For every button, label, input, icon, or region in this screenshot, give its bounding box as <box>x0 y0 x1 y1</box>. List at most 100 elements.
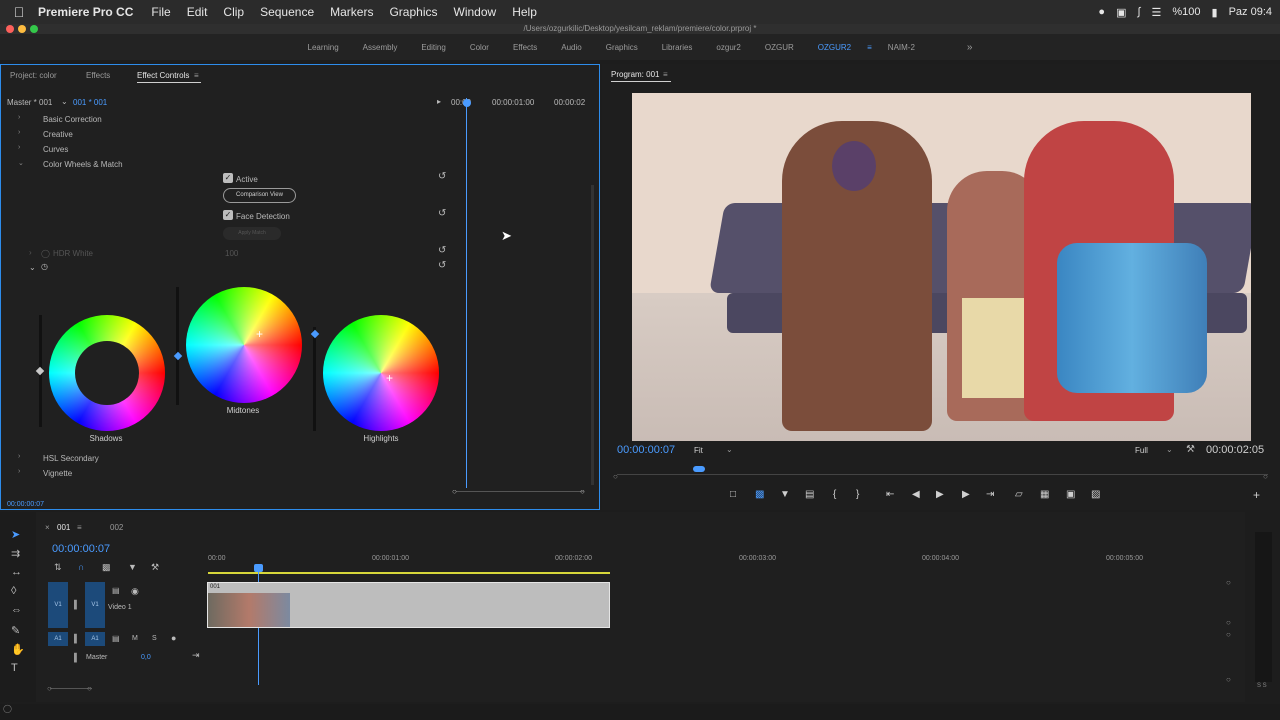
zoom-handle-right[interactable]: ○ <box>87 684 92 693</box>
ec-timecode[interactable]: 00:00:00:07 <box>7 501 44 508</box>
midtones-crosshair[interactable]: + <box>256 327 263 341</box>
program-playhead[interactable] <box>693 466 705 472</box>
wrench-icon[interactable]: ⚒ <box>1186 444 1195 455</box>
highlights-color-wheel[interactable]: + <box>323 315 439 431</box>
tab-sequence-002[interactable]: 002 <box>110 523 123 532</box>
play-only-icon[interactable]: ▸ <box>437 97 441 106</box>
hand-tool-icon[interactable]: ✋ <box>11 643 25 656</box>
add-button-icon[interactable]: + <box>1253 488 1260 502</box>
chevron-right-icon[interactable]: › <box>18 144 20 151</box>
section-curves[interactable]: Curves <box>43 145 68 154</box>
record-icon[interactable]: ● <box>1098 6 1105 18</box>
menu-help[interactable]: Help <box>504 5 545 19</box>
timeline-playhead-handle[interactable] <box>254 564 263 572</box>
menu-window[interactable]: Window <box>446 5 505 19</box>
lift-clip-icon[interactable]: ▱ <box>1015 489 1023 500</box>
video-clip[interactable]: 001 <box>207 582 610 628</box>
scroll-handle[interactable]: ○ <box>1226 618 1231 627</box>
chevron-down-icon[interactable]: ⌄ <box>1166 445 1173 454</box>
reset-icon[interactable]: ↺ <box>438 208 446 219</box>
add-marker-icon[interactable]: ▼ <box>128 562 137 572</box>
program-timecode[interactable]: 00:00:00:07 <box>617 444 675 456</box>
close-sequence-icon[interactable]: × <box>45 523 50 532</box>
apple-icon[interactable]:  <box>0 4 38 20</box>
chevron-down-icon[interactable]: ⌄ <box>29 263 36 272</box>
camera-icon[interactable]: ▣ <box>1066 489 1075 500</box>
drive-icon[interactable]: ▣ <box>1116 6 1126 19</box>
comparison-view-button[interactable]: Comparison View <box>223 188 296 203</box>
hdr-white-value[interactable]: 100 <box>225 249 238 258</box>
workspace-graphics[interactable]: Graphics <box>594 43 650 52</box>
program-scrubber[interactable] <box>617 474 1268 475</box>
workspace-color[interactable]: Color <box>458 43 501 52</box>
scroll-handle[interactable]: ○ <box>1226 675 1231 684</box>
a1-track-target[interactable]: A1 <box>85 632 105 646</box>
menu-edit[interactable]: Edit <box>179 5 216 19</box>
menu-markers[interactable]: Markers <box>322 5 381 19</box>
workspace-assembly[interactable]: Assembly <box>351 43 410 52</box>
ec-playhead[interactable] <box>466 98 467 488</box>
extract-icon[interactable]: ▦ <box>1040 489 1049 500</box>
chevron-right-icon[interactable]: › <box>18 114 20 121</box>
chevron-down-icon[interactable]: ⌄ <box>726 445 733 454</box>
apply-match-button[interactable]: Apply Match <box>223 227 281 240</box>
snap-icon[interactable]: ∩ <box>78 562 84 572</box>
fit-dropdown[interactable]: Fit <box>694 446 703 455</box>
mark-out-icon[interactable]: } <box>856 489 859 500</box>
panel-menu-icon[interactable]: ≡ <box>663 70 668 79</box>
play-icon[interactable]: ▶ <box>936 489 944 500</box>
section-basic-correction[interactable]: Basic Correction <box>43 115 102 124</box>
workspace-overflow-icon[interactable]: » <box>927 42 985 53</box>
lock-icon[interactable]: ▌ <box>74 653 80 662</box>
master-clip-label[interactable]: Master * 001 <box>7 98 52 107</box>
go-to-out-icon[interactable]: ⇥ <box>986 489 994 500</box>
zoom-handle-left[interactable]: ○ <box>452 487 457 496</box>
section-vignette[interactable]: Vignette <box>43 469 72 478</box>
comparison-view-icon[interactable]: ▩ <box>755 489 764 500</box>
workspace-menu-icon[interactable]: ≡ <box>863 43 876 52</box>
multicam-icon[interactable]: ▨ <box>1091 489 1100 500</box>
zoom-handle-right[interactable]: ○ <box>580 487 585 496</box>
scrub-handle-right[interactable]: ○ <box>1263 472 1268 481</box>
safe-margins-icon[interactable]: □ <box>730 489 736 500</box>
highlights-slider[interactable] <box>313 327 316 431</box>
chevron-down-icon[interactable]: ⌄ <box>18 159 24 167</box>
shadows-slider-handle[interactable] <box>35 366 45 376</box>
go-to-end-icon[interactable]: ⇥ <box>192 650 200 661</box>
minimize-window-button[interactable] <box>18 25 26 33</box>
battery-icon[interactable]: ▮ <box>1212 6 1218 19</box>
workspace-effects[interactable]: Effects <box>501 43 549 52</box>
reset-icon[interactable]: ↺ <box>438 171 446 182</box>
timeline-settings-icon[interactable]: ⚒ <box>151 562 159 573</box>
ec-zoom-bar[interactable] <box>456 491 584 492</box>
reset-icon[interactable]: ↺ <box>438 245 446 256</box>
solo-button[interactable]: S <box>152 635 157 642</box>
active-checkbox[interactable]: ✓ <box>223 173 233 183</box>
zoom-handle-left[interactable]: ○ <box>47 684 52 693</box>
app-name-menu[interactable]: Premiere Pro CC <box>38 5 143 19</box>
step-back-icon[interactable]: ◀ <box>912 489 920 500</box>
razor-tool-icon[interactable]: ◊ <box>11 585 16 597</box>
highlights-crosshair[interactable]: + <box>386 371 393 385</box>
eye-icon[interactable]: ◉ <box>131 586 139 597</box>
lock-icon[interactable]: ▌ <box>74 600 80 609</box>
tab-effects[interactable]: Effects <box>86 71 110 80</box>
type-tool-icon[interactable]: T <box>11 662 18 674</box>
reset-icon[interactable]: ↺ <box>438 260 446 271</box>
linked-selection-icon[interactable]: ▩ <box>102 562 111 573</box>
master-volume-value[interactable]: 0,0 <box>141 654 151 661</box>
workspace-ozgur2[interactable]: ozgur2 <box>704 43 752 52</box>
workspace-ozgur2-active[interactable]: OZGUR2 <box>806 43 863 52</box>
quality-dropdown[interactable]: Full <box>1135 446 1148 455</box>
workspace-audio[interactable]: Audio <box>549 43 593 52</box>
sync-lock-icon[interactable]: ▤ <box>112 634 120 643</box>
shadows-color-wheel[interactable] <box>49 315 165 431</box>
tab-project[interactable]: Project: color <box>10 71 57 80</box>
timeline-timecode[interactable]: 00:00:00:07 <box>52 543 110 555</box>
selection-tool-icon[interactable]: ➤ <box>11 528 20 541</box>
scroll-handle[interactable]: ○ <box>1226 630 1231 639</box>
tab-effect-controls[interactable]: Effect Controls <box>137 71 189 80</box>
zoom-window-button[interactable] <box>30 25 38 33</box>
chevron-right-icon[interactable]: › <box>18 468 20 475</box>
midtones-slider[interactable] <box>176 287 179 405</box>
